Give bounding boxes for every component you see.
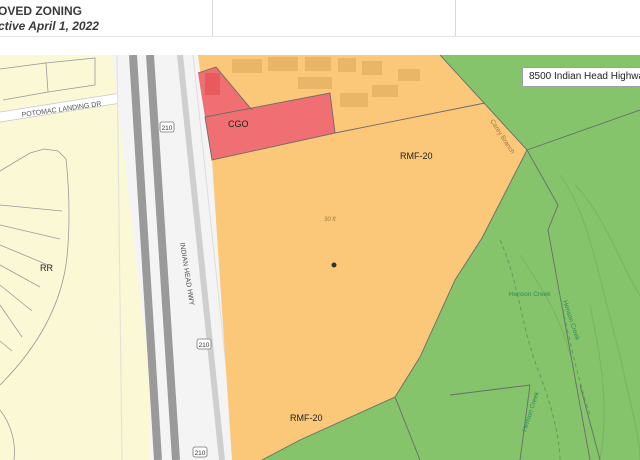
route-shield-210-bottom: 210 [192, 446, 208, 458]
zoning-map[interactable]: POTOMAC LANDING DR INDIAN HEAD HWY 210 2… [0, 55, 640, 460]
zone-label-rmf20-bottom: RMF-20 [290, 413, 323, 423]
route-shield-210-top: 210 [159, 121, 175, 133]
svg-text:210: 210 [195, 450, 206, 457]
route-shield-210-mid: 210 [196, 338, 212, 350]
svg-text:210: 210 [199, 342, 210, 349]
header-bottom-border [0, 36, 640, 37]
svg-text:210: 210 [162, 125, 173, 132]
zone-label-rr: RR [40, 263, 53, 273]
zoning-header: OVED ZONING ctive April 1, 2022 [0, 0, 640, 55]
water-label-henson-creek-1: Henson Creek [509, 291, 551, 298]
zoning-title: OVED ZONING [0, 4, 83, 18]
zone-label-rmf20-top: RMF-20 [400, 151, 433, 161]
header-divider [455, 0, 456, 36]
parcel-center-marker [331, 262, 337, 268]
zoning-effective-date: ctive April 1, 2022 [0, 19, 99, 33]
zone-label-cgo: CGO [228, 119, 249, 129]
elevation-label: 30 ft [324, 217, 336, 223]
address-search-box[interactable]: 8500 Indian Head Highway, Fo [522, 67, 640, 87]
header-divider [212, 0, 213, 36]
